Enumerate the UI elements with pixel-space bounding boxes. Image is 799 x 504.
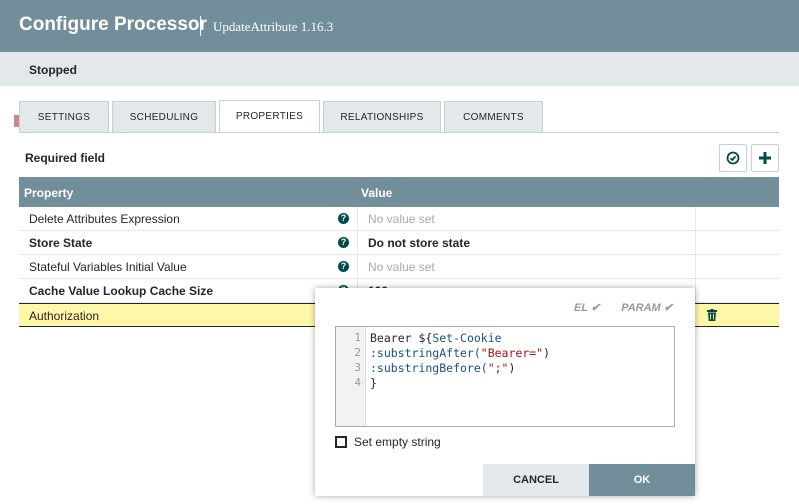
- table-row[interactable]: Delete Attributes Expression ? No value …: [19, 207, 779, 231]
- line-number: 4: [354, 376, 361, 389]
- line-number: 1: [354, 331, 361, 344]
- code-line: :substringBefore(";"): [370, 361, 516, 375]
- code-line: Bearer ${Set-Cookie: [370, 331, 502, 345]
- set-empty-string-label[interactable]: Set empty string: [354, 435, 441, 449]
- value-editor-popup: EL ✔ PARAM ✔ 1 2 3 4 Bearer ${Set-Cookie…: [315, 288, 695, 496]
- tab-divider: [19, 132, 779, 133]
- add-property-button[interactable]: [751, 144, 779, 172]
- code-line: }: [370, 376, 377, 390]
- property-value[interactable]: No value set: [368, 212, 435, 226]
- table-row[interactable]: Stateful Variables Initial Value ? No va…: [19, 255, 779, 279]
- tab-settings[interactable]: SETTINGS: [19, 101, 109, 133]
- property-value[interactable]: Do not store state: [368, 236, 470, 250]
- property-name: Cache Value Lookup Cache Size: [29, 284, 214, 298]
- tab-properties[interactable]: PROPERTIES: [219, 100, 320, 134]
- tab-comments[interactable]: COMMENTS: [444, 101, 543, 133]
- property-name: Delete Attributes Expression: [29, 212, 180, 226]
- editor-tags: EL ✔ PARAM ✔: [556, 301, 673, 314]
- dialog-title: Configure Processor: [19, 14, 207, 35]
- property-name: Stateful Variables Initial Value: [29, 260, 187, 274]
- cancel-button[interactable]: CANCEL: [483, 464, 589, 496]
- property-name: Store State: [29, 236, 93, 250]
- line-number-gutter: 1 2 3 4: [336, 327, 366, 426]
- param-support-indicator: PARAM ✔: [621, 302, 673, 314]
- verify-button[interactable]: [719, 144, 747, 172]
- line-number: 3: [354, 361, 361, 374]
- el-support-indicator: EL ✔: [574, 302, 601, 314]
- plus-icon: [759, 152, 771, 164]
- ok-button[interactable]: OK: [589, 464, 695, 496]
- help-icon[interactable]: ?: [338, 261, 349, 272]
- header-value: Value: [361, 186, 393, 200]
- set-empty-string-checkbox[interactable]: [335, 436, 347, 448]
- code-editor[interactable]: 1 2 3 4 Bearer ${Set-Cookie :substringAf…: [335, 326, 675, 427]
- status-label: Stopped: [29, 63, 77, 77]
- trash-icon[interactable]: [707, 309, 717, 324]
- tab-relationships[interactable]: RELATIONSHIPS: [323, 101, 441, 133]
- line-number: 2: [354, 346, 361, 359]
- property-value[interactable]: No value set: [368, 260, 435, 274]
- header-property: Property: [24, 186, 74, 200]
- processor-type: UpdateAttribute 1.16.3: [213, 19, 334, 34]
- code-line: :substringAfter("Bearer="): [370, 346, 551, 360]
- help-icon[interactable]: ?: [338, 237, 349, 248]
- check-circle-icon: [726, 151, 740, 165]
- property-name: Authorization: [29, 309, 100, 323]
- dialog-header: Configure Processor UpdateAttribute 1.16…: [0, 0, 799, 52]
- tab-scheduling[interactable]: SCHEDULING: [112, 101, 216, 133]
- required-field-label: Required field: [25, 151, 106, 165]
- help-icon[interactable]: ?: [338, 213, 349, 224]
- status-bar: Stopped: [0, 52, 799, 127]
- table-row[interactable]: Store State ? Do not store state: [19, 231, 779, 255]
- title-separator: [200, 16, 201, 36]
- table-header: Property Value: [19, 177, 779, 207]
